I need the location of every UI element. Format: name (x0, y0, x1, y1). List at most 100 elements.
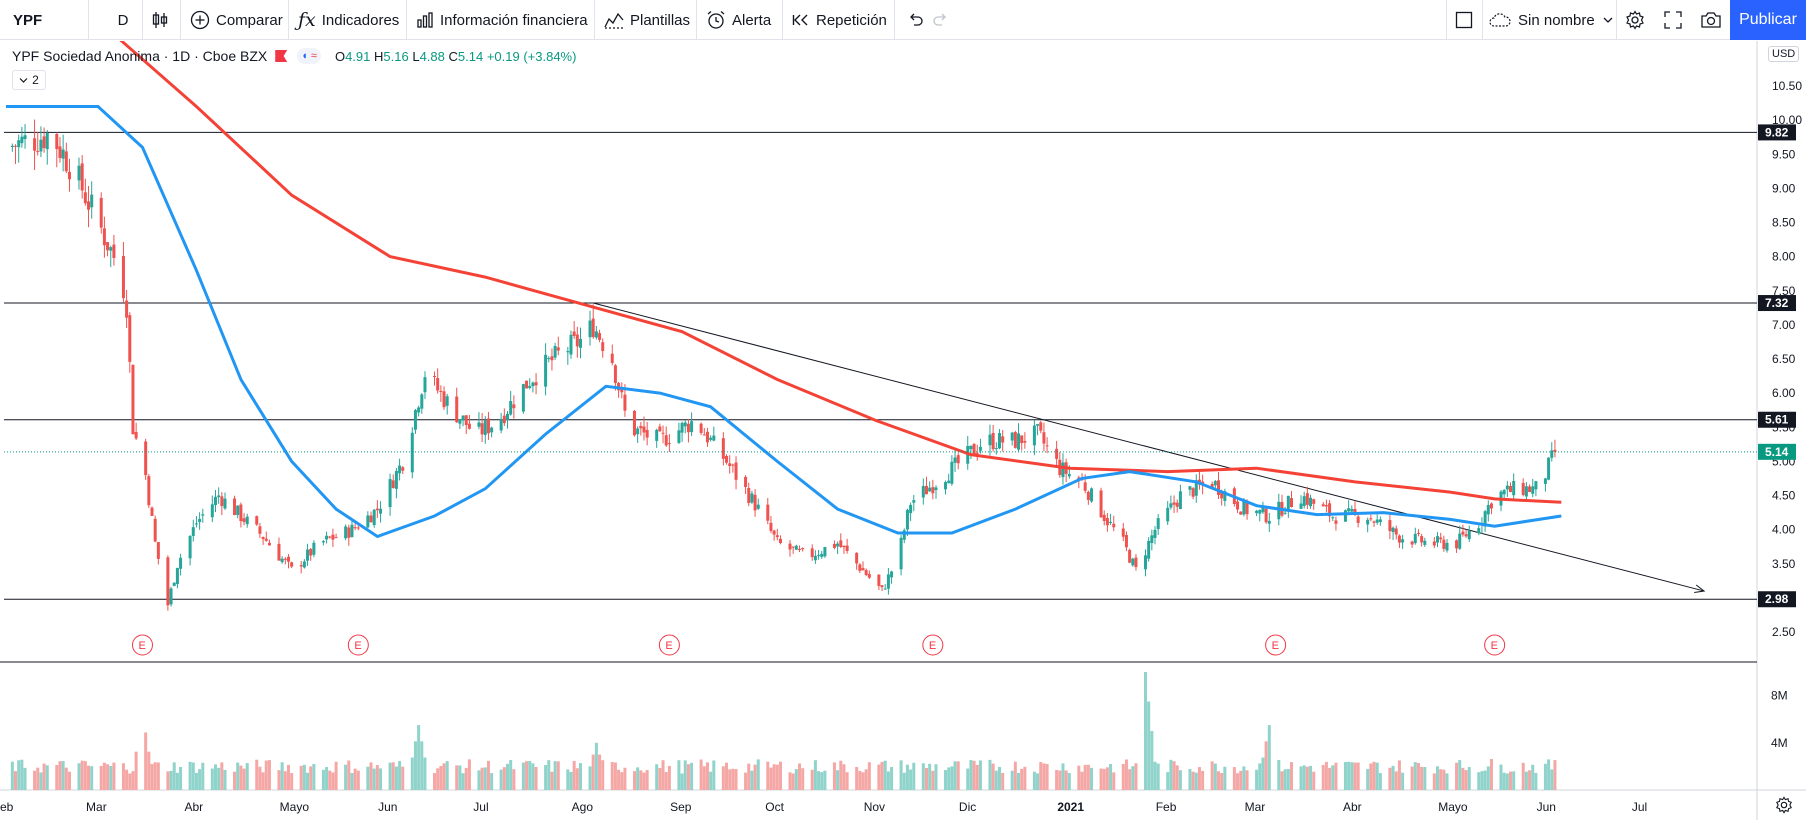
volume-bar (823, 770, 827, 790)
y-tick-label: 9.00 (1772, 181, 1796, 195)
volume-bar (1083, 764, 1087, 790)
select-layout-button[interactable] (1446, 0, 1482, 40)
volume-bar (20, 759, 24, 790)
volume-bar (379, 768, 383, 790)
volume-bar (331, 772, 335, 790)
volume-bar (1432, 773, 1436, 790)
candle-body (233, 498, 237, 516)
candle-body (1150, 535, 1154, 543)
volume-bar (67, 771, 71, 790)
chevron-down-icon (1603, 16, 1613, 24)
candle-body (210, 504, 214, 518)
volume-bar (36, 767, 40, 790)
volume-bar (1290, 762, 1293, 790)
candle-body (1023, 441, 1027, 443)
fullscreen-button[interactable] (1654, 0, 1692, 40)
candle-body (286, 556, 290, 562)
volume-bar (106, 764, 110, 790)
volume-bar (1045, 764, 1049, 790)
chart-settings-button[interactable] (1775, 796, 1793, 819)
volume-bar (309, 766, 313, 790)
publish-button[interactable]: Publicar (1730, 0, 1806, 40)
volume-bar (1090, 767, 1094, 790)
candle-body (566, 351, 570, 353)
candle-body (480, 423, 484, 435)
settings-button[interactable] (1616, 0, 1654, 40)
candle-body (490, 427, 494, 433)
volume-bar (480, 767, 484, 790)
candle-body (1445, 542, 1449, 551)
candle-body (709, 437, 713, 440)
templates-button[interactable]: Plantillas (604, 0, 690, 40)
volume-bar (623, 767, 627, 790)
financials-button[interactable]: Información financiera (416, 0, 588, 40)
indicators-button[interactable]: ƒx Indicadores (298, 0, 399, 40)
legend-symbol-title[interactable]: YPF Sociedad Anonima · 1D · Cboe BZX (12, 48, 267, 64)
x-tick-label: Ago (572, 800, 594, 814)
volume-bar (1528, 770, 1532, 790)
volume-bar (1172, 761, 1176, 790)
close-key: C (448, 48, 458, 64)
candle-body (1413, 533, 1417, 544)
volume-bar (531, 763, 535, 790)
symbol-search[interactable]: YPF (0, 0, 88, 40)
layout-name-button[interactable]: Sin nombre (1488, 0, 1613, 40)
volume-bar (87, 765, 91, 790)
flag-icon[interactable] (275, 50, 288, 62)
candle-body (33, 138, 37, 151)
candle-body (886, 574, 890, 589)
indicator-pill[interactable]: ◖ ≈ (297, 48, 321, 64)
volume-bar (836, 770, 840, 790)
candle-body (42, 136, 46, 149)
candle-body (645, 429, 649, 438)
candle-body (858, 564, 862, 571)
volume-bar (55, 764, 59, 790)
candle-body (1369, 518, 1373, 520)
toolbar-divider (180, 0, 181, 40)
candle-body (1388, 520, 1392, 532)
candle-body (1321, 504, 1325, 507)
volume-bar (594, 742, 598, 790)
volume-bar (924, 768, 928, 790)
candle-body (258, 526, 262, 534)
redo-button[interactable] (928, 0, 954, 40)
chart-area[interactable]: 2.503.003.504.004.505.005.506.006.507.00… (0, 41, 1806, 820)
x-tick-label: Dic (959, 800, 976, 814)
candle-body (1347, 508, 1351, 512)
candle-body (598, 333, 602, 340)
alert-button[interactable]: Alerta (706, 0, 771, 40)
snapshot-button[interactable] (1692, 0, 1730, 40)
volume-bar (1121, 763, 1125, 790)
chart-type-button[interactable] (142, 0, 178, 40)
volume-bar (772, 764, 776, 790)
candle-body (461, 415, 465, 421)
volume-bar (591, 754, 595, 790)
candle-body (58, 146, 62, 158)
volume-bar (655, 764, 659, 790)
volume-bar (156, 762, 160, 790)
candle-body (725, 455, 729, 463)
candle-body (680, 422, 684, 433)
volume-bar (490, 773, 494, 790)
volume-bar (1067, 773, 1071, 790)
currency-badge[interactable]: USD (1768, 46, 1800, 62)
candle-body (991, 432, 995, 450)
candle-body (255, 516, 259, 525)
layout-name-label: Sin nombre (1518, 11, 1595, 29)
replay-button[interactable]: Repetición (792, 0, 887, 40)
candle-body (756, 504, 760, 509)
candle-body (191, 527, 195, 537)
candle-body (83, 192, 87, 204)
volume-bar (683, 760, 687, 790)
volume-bar (213, 764, 217, 790)
x-tick-label: Jul (473, 800, 488, 814)
volume-bar (690, 762, 694, 790)
volume-bar (1458, 760, 1462, 790)
indicators-collapse-toggle[interactable]: 2 (12, 70, 46, 90)
price-chart[interactable]: 2.503.003.504.004.505.005.506.006.507.00… (0, 41, 1806, 820)
candle-body (1416, 532, 1420, 534)
candle-body (788, 543, 792, 550)
candle-body (705, 431, 709, 443)
compare-button[interactable]: Comparar (190, 0, 283, 40)
undo-button[interactable] (902, 0, 928, 40)
